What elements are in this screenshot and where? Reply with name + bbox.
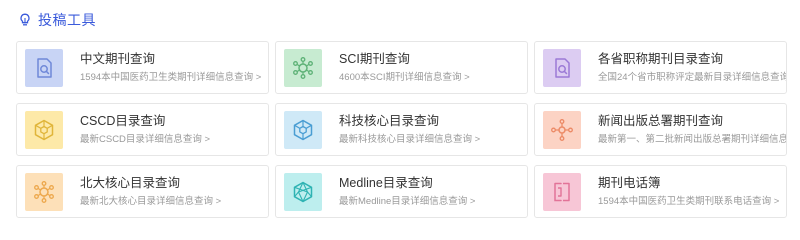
card-title[interactable]: 中文期刊查询 — [80, 51, 261, 67]
network-icon — [543, 110, 581, 149]
card-text: 北大核心目录查询 最新北大核心目录详细信息查询 > — [80, 175, 221, 208]
cube-icon — [25, 110, 63, 149]
document-search-icon — [543, 48, 581, 87]
section-header: 投稿工具 — [18, 10, 96, 30]
card-text: 新闻出版总署期刊查询最新第一、第二批新闻出版总署期刊详细信息查询 > — [598, 113, 786, 146]
card-pku-core-catalog-query[interactable]: 北大核心目录查询 最新北大核心目录详细信息查询 > — [16, 165, 269, 218]
tools-grid: 中文期刊查询 1594本中国医药卫生类期刊详细信息查询 > SCI期刊查询 4600本… — [16, 41, 788, 218]
card-description[interactable]: 最新CSCD目录详细信息查询 > — [80, 133, 210, 146]
card-description[interactable]: 全国24个省市职称评定最新目录详细信息查询 > — [598, 71, 786, 84]
card-title[interactable]: CSCD目录查询 — [80, 113, 210, 129]
cube-icon — [284, 110, 322, 149]
card-provincial-title-journal-query[interactable]: 各省职称期刊目录查询 全国24个省市职称评定最新目录详细信息查询 > — [534, 41, 787, 94]
card-text: CSCD目录查询 最新CSCD目录详细信息查询 > — [80, 113, 210, 146]
card-title[interactable]: 北大核心目录查询 — [80, 175, 221, 191]
card-description[interactable]: 最新北大核心目录详细信息查询 > — [80, 195, 221, 208]
card-tech-core-catalog-query[interactable]: 科技核心目录查询 最新科技核心目录详细信息查询 > — [275, 103, 528, 156]
lightbulb-icon — [18, 13, 32, 27]
card-text: 中文期刊查询 1594本中国医药卫生类期刊详细信息查询 > — [80, 51, 261, 84]
molecule-icon — [25, 172, 63, 211]
card-description[interactable]: 4600本SCI期刊详细信息查询 > — [339, 71, 470, 84]
card-text: 科技核心目录查询 最新科技核心目录详细信息查询 > — [339, 113, 480, 146]
crystal-icon — [284, 172, 322, 211]
card-text: Medline目录查询 最新Medline目录详细信息查询 > — [339, 175, 475, 208]
section-title: 投稿工具 — [38, 12, 96, 28]
card-text: SCI期刊查询 4600本SCI期刊详细信息查询 > — [339, 51, 470, 84]
card-description[interactable]: 最新科技核心目录详细信息查询 > — [339, 133, 480, 146]
phonebook-icon — [543, 172, 581, 211]
card-title[interactable]: Medline目录查询 — [339, 175, 475, 191]
card-title[interactable]: 期刊电话簿 — [598, 175, 779, 191]
card-description[interactable]: 最新第一、第二批新闻出版总署期刊详细信息查询 > — [598, 133, 786, 146]
card-title[interactable]: SCI期刊查询 — [339, 51, 470, 67]
card-description[interactable]: 1594本中国医药卫生类期刊联系电话查询 > — [598, 195, 779, 208]
card-cscd-catalog-query[interactable]: CSCD目录查询 最新CSCD目录详细信息查询 > — [16, 103, 269, 156]
molecule-icon — [284, 48, 322, 87]
card-chinese-journal-query[interactable]: 中文期刊查询 1594本中国医药卫生类期刊详细信息查询 > — [16, 41, 269, 94]
card-text: 期刊电话簿 1594本中国医药卫生类期刊联系电话查询 > — [598, 175, 779, 208]
card-press-publication-journal-query[interactable]: 新闻出版总署期刊查询最新第一、第二批新闻出版总署期刊详细信息查询 > — [534, 103, 787, 156]
card-sci-journal-query[interactable]: SCI期刊查询 4600本SCI期刊详细信息查询 > — [275, 41, 528, 94]
card-text: 各省职称期刊目录查询 全国24个省市职称评定最新目录详细信息查询 > — [598, 51, 786, 84]
card-title[interactable]: 科技核心目录查询 — [339, 113, 480, 129]
card-description[interactable]: 1594本中国医药卫生类期刊详细信息查询 > — [80, 71, 261, 84]
card-description[interactable]: 最新Medline目录详细信息查询 > — [339, 195, 475, 208]
card-title[interactable]: 各省职称期刊目录查询 — [598, 51, 786, 67]
card-journal-phonebook[interactable]: 期刊电话簿 1594本中国医药卫生类期刊联系电话查询 > — [534, 165, 787, 218]
document-search-icon — [25, 48, 63, 87]
card-medline-catalog-query[interactable]: Medline目录查询 最新Medline目录详细信息查询 > — [275, 165, 528, 218]
card-title[interactable]: 新闻出版总署期刊查询 — [598, 113, 786, 129]
